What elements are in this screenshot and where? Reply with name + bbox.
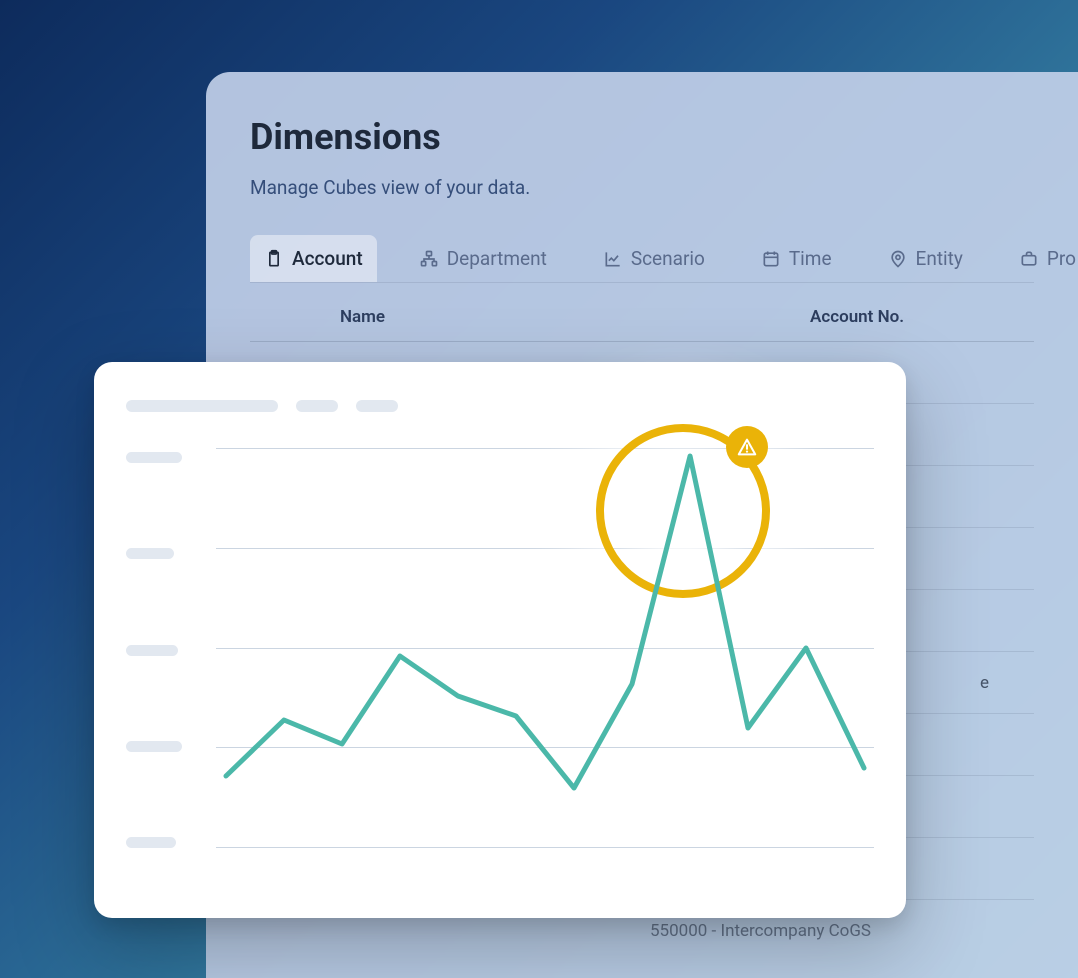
skeleton-y-label <box>126 741 182 752</box>
briefcase-icon <box>1019 249 1039 269</box>
tab-label: Time <box>789 247 832 270</box>
chart-header <box>126 400 874 412</box>
tab-account[interactable]: Account <box>250 235 377 282</box>
chart-body <box>126 448 874 848</box>
row-text-fragment: e <box>980 673 989 693</box>
tab-label: Account <box>292 247 363 270</box>
data-line <box>226 456 864 788</box>
chart-line-icon <box>603 249 623 269</box>
tab-entity[interactable]: Entity <box>874 235 977 282</box>
skeleton-y-label <box>126 645 178 656</box>
pin-icon <box>888 249 908 269</box>
column-header-account[interactable]: Account No. <box>810 307 1010 327</box>
y-axis-labels <box>126 448 188 848</box>
skeleton-chip <box>356 400 398 412</box>
tab-label: Scenario <box>631 247 705 270</box>
skeleton-y-label <box>126 837 176 848</box>
row-text-fragment: 550000 - Intercompany CoGS <box>650 921 871 941</box>
tab-label: Department <box>447 247 547 270</box>
clipboard-icon <box>264 249 284 269</box>
page-subtitle: Manage Cubes view of your data. <box>250 176 1034 199</box>
skeleton-chip <box>296 400 338 412</box>
plot-area <box>216 448 874 848</box>
tab-label: Entity <box>916 247 963 270</box>
sitemap-icon <box>419 249 439 269</box>
skeleton-y-label <box>126 452 182 463</box>
tab-pro[interactable]: Pro <box>1005 235 1078 282</box>
tab-label: Pro <box>1047 247 1076 270</box>
column-header-name[interactable]: Name <box>340 307 810 327</box>
line-chart-svg <box>216 448 874 848</box>
tab-time[interactable]: Time <box>747 235 846 282</box>
calendar-icon <box>761 249 781 269</box>
skeleton-y-label <box>126 548 174 559</box>
anomaly-chart-card <box>94 362 906 918</box>
tabs-bar: Account Department Scenario Time Entity <box>250 235 1034 283</box>
page-title: Dimensions <box>250 116 1034 158</box>
skeleton-title <box>126 400 278 412</box>
tab-scenario[interactable]: Scenario <box>589 235 719 282</box>
table-header: Name Account No. <box>250 283 1034 342</box>
tab-department[interactable]: Department <box>405 235 561 282</box>
